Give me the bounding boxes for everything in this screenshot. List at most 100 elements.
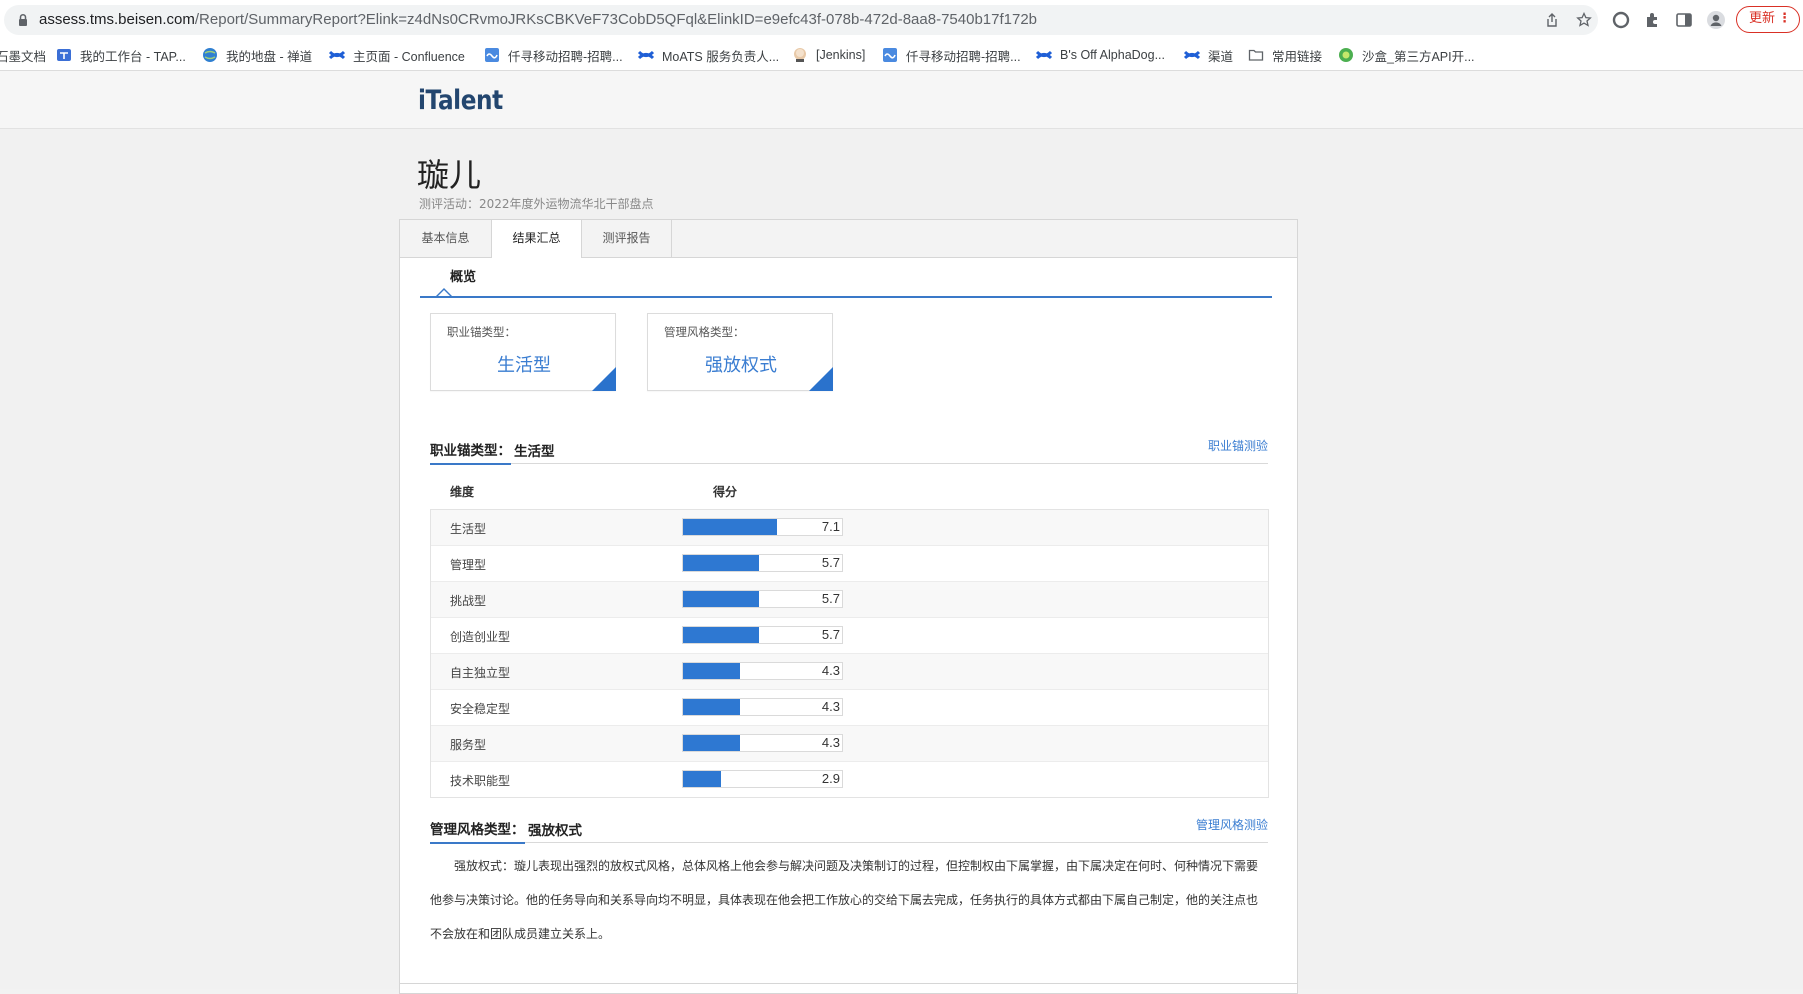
bookmark-label: 我的地盘 - 禅道 xyxy=(226,49,313,64)
jenkins-icon xyxy=(794,48,806,62)
score-bar-track: 5.7 xyxy=(682,626,843,644)
table-header: 维度 得分 xyxy=(450,483,737,500)
card-value: 生活型 xyxy=(497,355,551,376)
table-row: 自主独立型 4.3 xyxy=(431,654,1268,690)
score-value: 7.1 xyxy=(821,519,840,534)
bookmark-label: 仟寻移动招聘-招聘... xyxy=(906,49,1021,64)
sandbox-icon xyxy=(1339,48,1353,62)
bookmark-item[interactable]: 沙盒_第三方API开... xyxy=(1338,40,1475,70)
folder-icon xyxy=(1248,49,1264,61)
bookmark-label: B's Off AlphaDog... xyxy=(1060,48,1165,62)
score-bar-track: 5.7 xyxy=(682,590,843,608)
tab-basic-info[interactable]: 基本信息 xyxy=(400,220,492,257)
card-label: 职业锚类型： xyxy=(447,325,516,339)
bookmark-item[interactable]: 我的工作台 - TAP... xyxy=(56,40,186,70)
lock-icon[interactable] xyxy=(16,13,30,27)
career-anchor-value: 生活型 xyxy=(514,444,555,460)
career-anchor-card[interactable]: 职业锚类型： 生活型 xyxy=(430,313,616,391)
bookmark-item[interactable]: MoATS 服务负责人... xyxy=(638,40,779,70)
url-host: assess.tms.beisen.com xyxy=(39,11,195,28)
card-corner-decoration xyxy=(809,367,833,391)
bookmark-item[interactable]: 我的地盘 - 禅道 xyxy=(202,40,312,70)
dimension-name: 服务型 xyxy=(450,738,487,752)
dimension-name: 安全稳定型 xyxy=(450,702,511,716)
score-bar-track: 5.7 xyxy=(682,554,843,572)
globe-icon xyxy=(203,48,217,62)
url-field[interactable]: assess.tms.beisen.com/Report/SummaryRepo… xyxy=(4,5,1598,35)
site-header: iTalent xyxy=(0,71,1803,129)
confluence-icon xyxy=(638,50,654,60)
overview-divider xyxy=(420,296,1272,298)
score-value: 4.3 xyxy=(821,663,840,678)
tab-result-summary[interactable]: 结果汇总 xyxy=(492,220,582,258)
score-bar xyxy=(683,555,759,571)
bookmark-item[interactable]: B's Off AlphaDog... xyxy=(1036,40,1165,70)
mgmt-style-value: 强放权式 xyxy=(528,823,582,839)
career-anchor-test-link[interactable]: 职业锚测验 xyxy=(1208,437,1268,454)
panel-bottom-border xyxy=(400,983,1297,984)
bookmark-item[interactable]: 渠道 xyxy=(1184,40,1233,70)
confluence-icon xyxy=(1036,50,1052,60)
mgmt-style-label: 管理风格类型： xyxy=(430,818,525,844)
tab-assessment-report[interactable]: 测评报告 xyxy=(582,220,672,257)
score-value: 5.7 xyxy=(821,591,840,606)
bookmark-item[interactable]: 常用链接 xyxy=(1248,40,1322,70)
score-bar xyxy=(683,699,740,715)
star-icon[interactable] xyxy=(1576,12,1592,28)
moseeker-icon xyxy=(883,48,897,62)
table-row: 安全稳定型 4.3 xyxy=(431,690,1268,726)
score-bar xyxy=(683,735,740,751)
dimension-name: 技术职能型 xyxy=(450,774,511,788)
italent-logo[interactable]: iTalent xyxy=(418,85,503,116)
tab-bar: 基本信息 结果汇总 测评报告 xyxy=(400,220,1297,258)
confluence-icon xyxy=(1184,50,1200,60)
table-row: 管理型 5.7 xyxy=(431,546,1268,582)
bookmark-label: 我的工作台 - TAP... xyxy=(80,49,186,64)
url-text[interactable]: assess.tms.beisen.com/Report/SummaryRepo… xyxy=(39,11,1037,28)
tab-label: 测评报告 xyxy=(602,231,651,245)
dimension-name: 管理型 xyxy=(450,558,487,572)
profile-avatar-icon[interactable] xyxy=(1706,10,1726,30)
mgmt-style-card[interactable]: 管理风格类型： 强放权式 xyxy=(647,313,833,391)
col-dimension: 维度 xyxy=(450,485,475,499)
mgmt-style-header: 管理风格类型： 强放权式 管理风格测验 xyxy=(430,816,1268,844)
score-bar-track: 4.3 xyxy=(682,734,843,752)
mgmt-style-description: 强放权式：璇儿表现出强烈的放权式风格，总体风格上他会参与解决问题及决策制订的过程… xyxy=(430,859,1259,941)
career-anchor-label: 职业锚类型： xyxy=(430,439,511,465)
table-row: 挑战型 5.7 xyxy=(431,582,1268,618)
share-icon[interactable] xyxy=(1544,12,1560,28)
bookmark-label: 石墨文档 xyxy=(0,49,47,64)
card-label: 管理风格类型： xyxy=(664,325,745,339)
person-name: 璇儿 xyxy=(417,156,482,194)
tap-icon xyxy=(57,49,71,61)
score-table: 生活型 7.1 管理型 5.7 挑战型 5.7 创造创业型 5.7 自主独立型 4.3 安全稳定型 4… xyxy=(430,509,1269,798)
score-value: 5.7 xyxy=(821,627,840,642)
table-row: 技术职能型 2.9 xyxy=(431,762,1268,797)
side-panel-icon[interactable] xyxy=(1674,10,1694,30)
score-bar xyxy=(683,771,721,787)
bookmark-item[interactable]: 仟寻移动招聘-招聘... xyxy=(882,40,1021,70)
score-bar-track: 4.3 xyxy=(682,662,843,680)
bookmark-label: 常用链接 xyxy=(1272,49,1323,64)
tab-label: 结果汇总 xyxy=(512,231,561,245)
score-value: 2.9 xyxy=(821,771,840,786)
score-bar xyxy=(683,627,759,643)
update-label: 更新 xyxy=(1749,11,1776,26)
menu-dots-icon[interactable]: ⋮ xyxy=(1778,7,1791,31)
confluence-icon xyxy=(329,50,345,60)
score-bar-track: 2.9 xyxy=(682,770,843,788)
bookmark-label: MoATS 服务负责人... xyxy=(662,49,780,64)
bookmark-label: 仟寻移动招聘-招聘... xyxy=(508,49,623,64)
bookmark-item[interactable]: 石墨文档 xyxy=(0,40,46,70)
update-button[interactable]: 更新 ⋮ xyxy=(1736,6,1800,33)
bookmark-item[interactable]: 主页面 - Confluence xyxy=(329,40,465,70)
card-corner-decoration xyxy=(592,367,616,391)
puzzle-icon[interactable] xyxy=(1643,10,1663,30)
table-row: 创造创业型 5.7 xyxy=(431,618,1268,654)
bookmark-item[interactable]: 仟寻移动招聘-招聘... xyxy=(484,40,623,70)
score-bar-track: 7.1 xyxy=(682,518,843,536)
bookmark-item[interactable]: [Jenkins] xyxy=(792,40,865,70)
extension-circle-icon[interactable] xyxy=(1611,10,1631,30)
score-bar xyxy=(683,591,759,607)
mgmt-style-test-link[interactable]: 管理风格测验 xyxy=(1196,816,1268,833)
